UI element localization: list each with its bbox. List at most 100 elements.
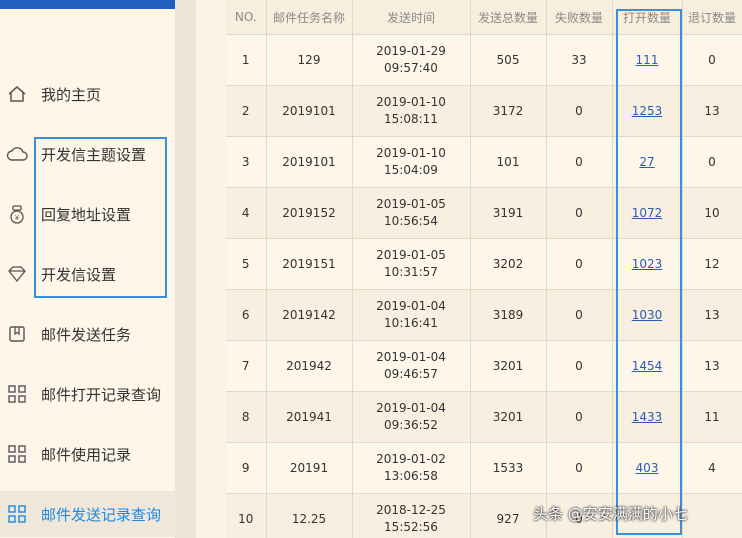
cell-unsubscribed: 4 (682, 442, 742, 494)
opened-count-link[interactable]: 1030 (632, 308, 663, 322)
cell-send-time: 2019-01-04 09:36:52 (352, 391, 471, 443)
table-row: 9 20191 2019-01-02 13:06:58 1533 0 403 4 (226, 442, 742, 494)
watermark: 头条 @安安满满的小七 (533, 505, 688, 523)
cell-task-name: 201942 (266, 340, 353, 392)
cell-no: 4 (226, 187, 267, 239)
cell-total: 3202 (470, 238, 547, 290)
cell-task-name: 129 (266, 34, 353, 86)
cell-total: 3191 (470, 187, 547, 239)
header-unsubscribed[interactable]: 退订数量 (682, 0, 742, 35)
send-clock: 15:52:56 (384, 520, 438, 534)
sidebar-item-label: 邮件发送记录查询 (41, 505, 162, 524)
cell-failed: 33 (546, 34, 613, 86)
cell-no: 9 (226, 442, 267, 494)
header-send-time[interactable]: 发送时间 (352, 0, 471, 35)
cell-unsubscribed: 13 (682, 85, 742, 137)
cell-opened: 1023 (612, 238, 683, 290)
opened-count-link[interactable]: 1072 (632, 206, 663, 220)
send-records-table: NO. 邮件任务名称 发送时间 发送总数量 失败数量 打开数量 退订数量 1 1 2… (226, 0, 742, 538)
opened-count-link[interactable]: 27 (639, 155, 654, 169)
cell-opened: 1072 (612, 187, 683, 239)
sidebar-item-open-records[interactable]: 邮件打开记录查询 (0, 371, 175, 417)
table-row: 5 2019151 2019-01-05 10:31:57 3202 0 1023 12 (226, 238, 742, 290)
cell-unsubscribed: 0 (682, 34, 742, 86)
diamond-icon (6, 263, 28, 285)
table-row: 8 201941 2019-01-04 09:36:52 3201 0 1433 11 (226, 391, 742, 443)
cell-send-time: 2019-01-04 10:16:41 (352, 289, 471, 341)
send-clock: 13:06:58 (384, 469, 438, 483)
send-date: 2019-01-10 (376, 95, 446, 109)
cell-send-time: 2019-01-10 15:08:11 (352, 85, 471, 137)
cell-total: 3201 (470, 391, 547, 443)
cell-no: 5 (226, 238, 267, 290)
send-date: 2019-01-05 (376, 248, 446, 262)
cell-task-name: 20191 (266, 442, 353, 494)
bookmark-icon (6, 323, 28, 345)
cell-no: 7 (226, 340, 267, 392)
cell-total: 505 (470, 34, 547, 86)
cell-opened: 1253 (612, 85, 683, 137)
cell-failed: 0 (546, 289, 613, 341)
cell-failed: 0 (546, 442, 613, 494)
cell-task-name: 2019101 (266, 136, 353, 188)
cell-task-name: 2019142 (266, 289, 353, 341)
cell-task-name: 2019101 (266, 85, 353, 137)
cell-unsubscribed (682, 493, 742, 538)
money-bag-icon: ¥ (6, 203, 28, 225)
table-row: 3 2019101 2019-01-10 15:04:09 101 0 27 0 (226, 136, 742, 188)
cell-send-time: 2019-01-05 10:56:54 (352, 187, 471, 239)
cell-total: 1533 (470, 442, 547, 494)
sidebar-item-label: 邮件发送任务 (41, 325, 132, 344)
opened-count-link[interactable]: 1023 (632, 257, 663, 271)
settings-highlight-box (34, 137, 167, 298)
sidebar-item-home[interactable]: 我的主页 (0, 71, 175, 117)
opened-count-link[interactable]: 1454 (632, 359, 663, 373)
table-row: 4 2019152 2019-01-05 10:56:54 3191 0 1072 10 (226, 187, 742, 239)
send-clock: 10:56:54 (384, 214, 438, 228)
cell-send-time: 2019-01-10 15:04:09 (352, 136, 471, 188)
cell-task-name: 2019152 (266, 187, 353, 239)
sidebar-item-usage-records[interactable]: 邮件使用记录 (0, 431, 175, 477)
cell-send-time: 2018-12-25 15:52:56 (352, 493, 471, 538)
cell-no: 10 (226, 493, 267, 538)
header-failed[interactable]: 失败数量 (546, 0, 613, 35)
table-row: 6 2019142 2019-01-04 10:16:41 3189 0 1030 13 (226, 289, 742, 341)
send-date: 2019-01-29 (376, 44, 446, 58)
send-date: 2018-12-25 (376, 503, 446, 517)
table-row: 1 129 2019-01-29 09:57:40 505 33 111 0 (226, 34, 742, 86)
cell-failed: 0 (546, 238, 613, 290)
cell-opened: 1454 (612, 340, 683, 392)
cell-opened: 1433 (612, 391, 683, 443)
header-opened[interactable]: 打开数量 (612, 0, 683, 35)
send-date: 2019-01-04 (376, 350, 446, 364)
opened-count-link[interactable]: 1433 (632, 410, 663, 424)
cell-total: 3189 (470, 289, 547, 341)
sidebar-item-send-records[interactable]: 邮件发送记录查询 (0, 491, 175, 537)
opened-count-link[interactable]: 1253 (632, 104, 663, 118)
table-header-row: NO. 邮件任务名称 发送时间 发送总数量 失败数量 打开数量 退订数量 (226, 0, 742, 35)
send-clock: 09:57:40 (384, 61, 438, 75)
cell-unsubscribed: 11 (682, 391, 742, 443)
opened-count-link[interactable]: 403 (636, 461, 659, 475)
opened-count-link[interactable]: 111 (636, 53, 659, 67)
grid-icon (6, 443, 28, 465)
send-date: 2019-01-10 (376, 146, 446, 160)
sidebar-item-label: 邮件打开记录查询 (41, 385, 162, 404)
cell-failed: 0 (546, 340, 613, 392)
cell-send-time: 2019-01-29 09:57:40 (352, 34, 471, 86)
cell-opened: 1030 (612, 289, 683, 341)
header-task-name[interactable]: 邮件任务名称 (266, 0, 353, 35)
cell-send-time: 2019-01-02 13:06:58 (352, 442, 471, 494)
cell-unsubscribed: 10 (682, 187, 742, 239)
sidebar-item-send-task[interactable]: 邮件发送任务 (0, 311, 175, 357)
send-clock: 09:36:52 (384, 418, 438, 432)
header-total[interactable]: 发送总数量 (470, 0, 547, 35)
send-clock: 15:04:09 (384, 163, 438, 177)
cell-total: 3201 (470, 340, 547, 392)
send-date: 2019-01-04 (376, 299, 446, 313)
cell-unsubscribed: 13 (682, 289, 742, 341)
cell-opened: 111 (612, 34, 683, 86)
cloud-icon (6, 143, 28, 165)
header-no[interactable]: NO. (226, 0, 267, 35)
cell-unsubscribed: 0 (682, 136, 742, 188)
